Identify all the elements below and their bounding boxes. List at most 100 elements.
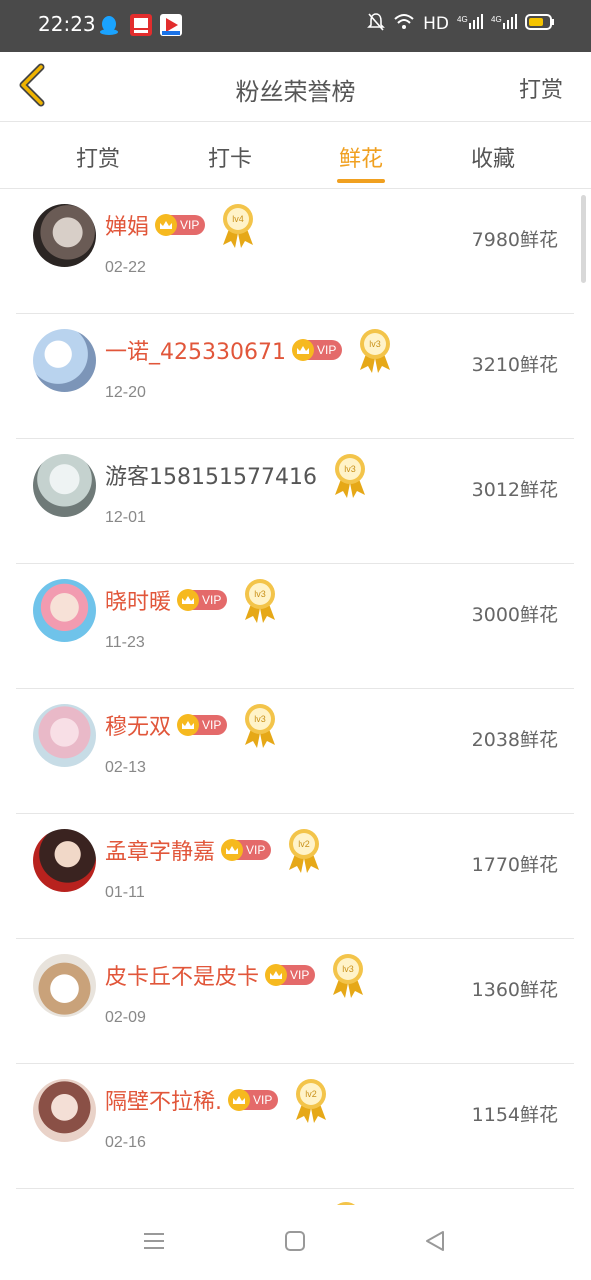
mute-bell-icon: [367, 12, 386, 36]
svg-text:lv3: lv3: [255, 714, 267, 724]
vip-badge: VIP: [177, 589, 228, 611]
avatar[interactable]: [33, 829, 96, 892]
home-square-icon: [284, 1230, 306, 1256]
tab-flowers[interactable]: 鲜花: [311, 141, 411, 173]
fan-date: 02-09: [105, 1009, 146, 1026]
avatar[interactable]: [33, 579, 96, 642]
header-bar: 粉丝荣誉榜 打赏: [0, 52, 591, 122]
list-item[interactable]: 穆无双 VIP lv3 02-13 2038鲜花: [16, 689, 574, 814]
list-item[interactable]: 一诺_425330671 VIP lv3 12-20 3210鲜花: [16, 314, 574, 439]
avatar[interactable]: [33, 204, 96, 267]
list-item[interactable]: 晓时暖 VIP lv3 11-23 3000鲜花: [16, 564, 574, 689]
crown-icon: [228, 1089, 250, 1111]
flower-count: 3000鲜花: [471, 604, 558, 626]
list-item[interactable]: 游客158151577416 lv3 12-01 3012鲜花: [16, 439, 574, 564]
system-nav-bar: [0, 1205, 591, 1280]
vip-badge: VIP: [177, 714, 228, 736]
level-medal-icon: lv2: [292, 1076, 330, 1124]
hd-icon: HD: [423, 14, 449, 34]
back-triangle-icon: [424, 1230, 446, 1256]
battery-icon: [525, 13, 555, 35]
fan-name[interactable]: 一诺_425330671: [105, 334, 286, 366]
fan-date: 02-22: [105, 259, 146, 276]
level-medal-icon: lv3: [329, 951, 367, 999]
fan-list[interactable]: 婵娟 VIP lv4 02-22 7980鲜花 一诺_425330671 VIP…: [16, 189, 574, 1232]
tab-favorites[interactable]: 收藏: [443, 141, 543, 173]
wifi-icon: [393, 13, 415, 35]
avatar[interactable]: [33, 329, 96, 392]
fan-date: 01-11: [105, 884, 145, 901]
avatar[interactable]: [33, 1079, 96, 1142]
fan-name[interactable]: 孟章字静嘉: [105, 834, 215, 866]
level-medal-icon: lv3: [241, 576, 279, 624]
list-item[interactable]: 孟章字静嘉 VIP lv2 01-11 1770鲜花: [16, 814, 574, 939]
flower-count: 3012鲜花: [471, 479, 558, 501]
avatar[interactable]: [33, 954, 96, 1017]
status-time: 22:23: [38, 12, 96, 36]
fan-date: 12-20: [105, 384, 146, 401]
level-medal-icon: lv3: [356, 326, 394, 374]
signal-4g-icon: 4G: [491, 13, 517, 35]
flower-count: 1154鲜花: [471, 1104, 558, 1126]
crown-icon: [177, 714, 200, 736]
status-icons: HD 4G 4G: [367, 12, 555, 36]
home-button[interactable]: [281, 1229, 309, 1257]
flower-count: 2038鲜花: [471, 729, 558, 751]
level-medal-icon: lv4: [219, 201, 257, 249]
status-bar: 22:23 HD 4G 4G: [0, 0, 591, 52]
avatar[interactable]: [33, 454, 96, 517]
crown-icon: [177, 589, 200, 611]
vip-badge: VIP: [265, 964, 316, 986]
vip-badge: VIP: [291, 339, 343, 361]
scrollbar[interactable]: [581, 195, 586, 283]
fan-name[interactable]: 皮卡丘不是皮卡: [105, 959, 259, 991]
svg-text:4G: 4G: [491, 15, 502, 24]
crown-icon: [155, 214, 178, 236]
avatar[interactable]: [33, 704, 96, 767]
svg-text:lv2: lv2: [306, 1089, 318, 1099]
menu-icon: [142, 1231, 166, 1255]
page-title: 粉丝荣誉榜: [235, 78, 356, 106]
flower-count: 1360鲜花: [471, 979, 558, 1001]
qq-icon: [98, 14, 120, 36]
level-medal-icon: lv3: [331, 451, 369, 499]
fan-date: 11-23: [105, 634, 145, 651]
svg-text:lv2: lv2: [299, 839, 311, 849]
fan-name[interactable]: 婵娟: [105, 209, 149, 241]
signal-4g-icon: 4G: [457, 13, 483, 35]
vip-badge: VIP: [221, 839, 272, 861]
fan-name[interactable]: 游客158151577416: [105, 459, 317, 491]
back-nav-button[interactable]: [421, 1229, 449, 1257]
fan-date: 02-16: [105, 1134, 146, 1151]
active-tab-indicator: [337, 179, 385, 183]
news-app-icon: [130, 14, 152, 36]
level-medal-icon: lv2: [285, 826, 323, 874]
vip-badge: VIP: [228, 1089, 279, 1111]
fan-date: 12-01: [105, 509, 146, 526]
list-item[interactable]: 婵娟 VIP lv4 02-22 7980鲜花: [16, 189, 574, 314]
flower-count: 1770鲜花: [471, 854, 558, 876]
crown-icon: [221, 839, 244, 861]
list-item[interactable]: 皮卡丘不是皮卡 VIP lv3 02-09 1360鲜花: [16, 939, 574, 1064]
fan-name[interactable]: 隔壁不拉稀.: [105, 1084, 222, 1116]
fan-name[interactable]: 晓时暖: [105, 584, 171, 616]
tab-bar: 打赏 打卡 鲜花 收藏: [0, 123, 591, 189]
menu-button[interactable]: [140, 1229, 168, 1257]
reward-button[interactable]: 打赏: [519, 72, 563, 104]
video-app-icon: [160, 14, 182, 36]
svg-text:lv3: lv3: [370, 339, 382, 349]
list-item[interactable]: 隔壁不拉稀. VIP lv2 02-16 1154鲜花: [16, 1064, 574, 1189]
flower-count: 3210鲜花: [471, 354, 558, 376]
svg-text:4G: 4G: [457, 15, 468, 24]
svg-text:lv3: lv3: [344, 464, 356, 474]
svg-text:lv3: lv3: [343, 964, 355, 974]
fan-date: 02-13: [105, 759, 146, 776]
fan-name[interactable]: 穆无双: [105, 709, 171, 741]
svg-text:lv3: lv3: [255, 589, 267, 599]
svg-text:lv4: lv4: [233, 214, 245, 224]
crown-icon: [265, 964, 288, 986]
crown-icon: [291, 339, 314, 361]
vip-badge: VIP: [155, 214, 206, 236]
tab-reward[interactable]: 打赏: [48, 141, 148, 173]
tab-checkin[interactable]: 打卡: [180, 141, 280, 173]
